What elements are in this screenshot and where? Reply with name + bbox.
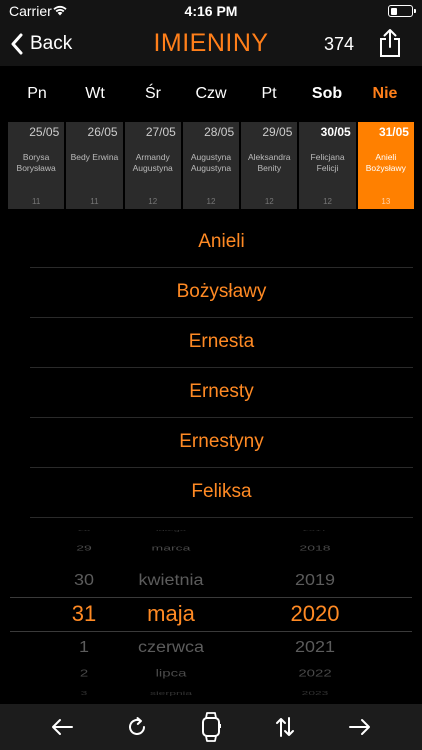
day-cell[interactable]: 26/05 Bedy Erwina 11 bbox=[66, 122, 123, 209]
year-picker-wheel[interactable]: 2017 2018 2019 2020 2021 2022 2023 bbox=[270, 530, 360, 702]
list-item[interactable]: Feliksa bbox=[30, 468, 413, 518]
day-names: Bedy Erwina bbox=[70, 152, 119, 162]
swap-button[interactable] bbox=[270, 712, 300, 742]
names-count: 374 bbox=[323, 34, 354, 54]
arrow-left-icon bbox=[52, 719, 74, 735]
next-button[interactable] bbox=[345, 712, 375, 742]
picker-option: 2017 bbox=[302, 530, 328, 533]
day-date: 31/05 bbox=[378, 125, 409, 139]
day-date: 25/05 bbox=[29, 125, 60, 139]
weekday-tue[interactable]: Wt bbox=[66, 66, 124, 122]
picker-selected-year: 2020 bbox=[290, 601, 340, 626]
day-names-count: 13 bbox=[381, 197, 391, 206]
day-names-count: 11 bbox=[90, 197, 99, 206]
picker-option: kwietnia bbox=[138, 571, 204, 589]
picker-option: 30 bbox=[73, 571, 95, 589]
picker-option: lutego bbox=[156, 530, 186, 533]
list-item[interactable]: Ernestyny bbox=[30, 418, 413, 468]
weekday-sun[interactable]: Nie bbox=[356, 66, 414, 122]
picker-option: sierpnia bbox=[149, 689, 193, 697]
picker-option: 28 bbox=[77, 530, 91, 533]
picker-option: 3 bbox=[80, 689, 88, 697]
refresh-icon bbox=[128, 717, 145, 735]
day-names-count: 12 bbox=[264, 197, 274, 206]
day-names-count: 12 bbox=[323, 197, 332, 206]
day-cell[interactable]: 30/05 Felicjana Felicji 12 bbox=[299, 122, 356, 209]
share-icon[interactable] bbox=[378, 28, 402, 58]
picker-selected-day: 31 bbox=[71, 601, 97, 626]
day-cell[interactable]: 25/05 Borysa Borysława 11 bbox=[8, 122, 65, 209]
day-names: Armandy Augustyna bbox=[132, 152, 173, 173]
picker-option: marca bbox=[151, 543, 191, 553]
names-list: Anieli Bożysławy Ernesta Ernesty Ernesty… bbox=[30, 218, 413, 518]
list-item[interactable]: Ernesta bbox=[30, 318, 413, 368]
clock: 4:16 PM bbox=[184, 3, 238, 19]
picker-option: 2021 bbox=[294, 638, 336, 656]
date-picker: 28 29 30 31 1 2 3 lutego marca kwietnia … bbox=[0, 530, 422, 702]
weekday-header: Pn Wt Śr Czw Pt Sob Nie bbox=[8, 66, 414, 122]
weekday-thu[interactable]: Czw bbox=[182, 66, 240, 122]
list-item[interactable]: Ernesty bbox=[30, 368, 413, 418]
day-cell[interactable]: 27/05 Armandy Augustyna 12 bbox=[124, 122, 181, 209]
day-date: 29/05 bbox=[262, 125, 293, 139]
day-cell[interactable]: 28/05 Augustyna Augustyna 12 bbox=[182, 122, 240, 209]
page-title: IMIENINY bbox=[153, 29, 269, 57]
navigation-bar: Back IMIENINY 374 bbox=[0, 22, 422, 66]
weekday-sat[interactable]: Sob bbox=[298, 66, 356, 122]
picker-option: 1 bbox=[78, 638, 89, 656]
day-date: 27/05 bbox=[145, 125, 176, 139]
picker-option: czerwca bbox=[137, 638, 204, 656]
weekday-mon[interactable]: Pn bbox=[8, 66, 66, 122]
day-names-count: 11 bbox=[31, 197, 41, 206]
day-names: Augustyna Augustyna bbox=[190, 152, 232, 173]
list-item[interactable]: Bożysławy bbox=[30, 268, 413, 318]
day-names-count: 12 bbox=[206, 197, 216, 206]
week-days-strip: 25/05 Borysa Borysława 11 26/05 Bedy Erw… bbox=[8, 122, 414, 209]
watch-icon bbox=[201, 712, 221, 742]
picker-option: 2 bbox=[79, 667, 89, 680]
picker-option: 2022 bbox=[298, 667, 332, 680]
day-cell[interactable]: 29/05 Aleksandra Benity 12 bbox=[241, 122, 298, 209]
previous-button[interactable] bbox=[47, 712, 77, 742]
day-date: 26/05 bbox=[87, 125, 118, 139]
watch-button[interactable] bbox=[196, 712, 226, 742]
day-cell-selected[interactable]: 31/05 Anieli Bożysławy 13 bbox=[357, 122, 414, 209]
day-names-count: 12 bbox=[148, 197, 158, 206]
day-names: Felicjana Felicji bbox=[310, 152, 345, 173]
weekday-fri[interactable]: Pt bbox=[240, 66, 298, 122]
picker-option: lipca bbox=[155, 667, 187, 680]
picker-selected-month: maja bbox=[147, 601, 195, 626]
day-names: Borysa Borysława bbox=[16, 152, 56, 173]
day-picker-wheel[interactable]: 28 29 30 31 1 2 3 bbox=[60, 530, 108, 702]
battery-icon bbox=[388, 5, 416, 17]
picker-option: 2018 bbox=[299, 543, 331, 553]
picker-option: 2019 bbox=[294, 571, 336, 589]
day-names: Anieli Bożysławy bbox=[365, 152, 406, 173]
arrow-right-icon bbox=[348, 719, 370, 735]
day-date: 28/05 bbox=[204, 125, 235, 139]
refresh-button[interactable] bbox=[122, 712, 152, 742]
picker-option: 29 bbox=[76, 543, 92, 553]
status-bar: Carrier 4:16 PM bbox=[0, 0, 422, 22]
month-picker-wheel[interactable]: lutego marca kwietnia maja czerwca lipca… bbox=[116, 530, 226, 702]
list-item[interactable]: Anieli bbox=[30, 218, 413, 268]
bottom-toolbar bbox=[0, 704, 422, 750]
swap-vertical-icon bbox=[276, 717, 295, 737]
weekday-wed[interactable]: Śr bbox=[124, 66, 182, 122]
day-date: 30/05 bbox=[320, 125, 351, 139]
picker-option: 2023 bbox=[301, 689, 329, 697]
day-names: Aleksandra Benity bbox=[248, 152, 291, 173]
